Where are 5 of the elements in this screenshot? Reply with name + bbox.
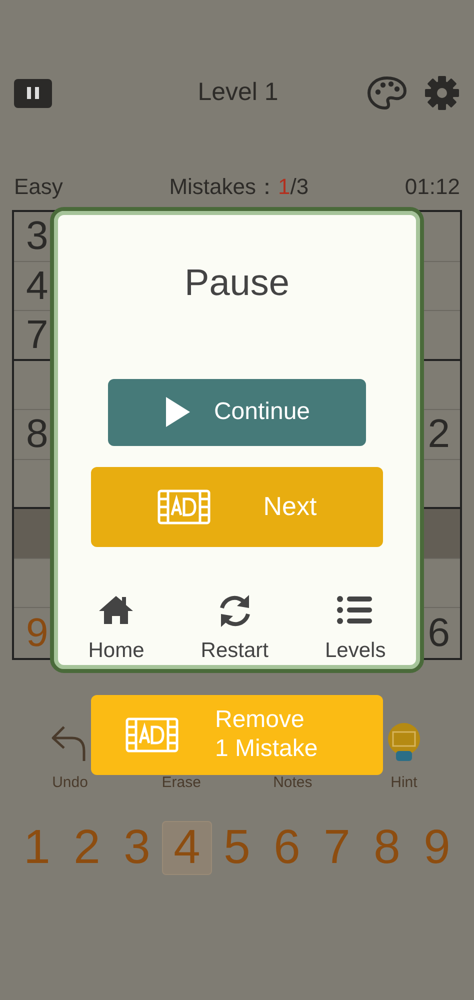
dialog-title: Pause: [184, 261, 290, 305]
level-title: Level 1: [198, 77, 278, 108]
timer: 01:12: [404, 172, 460, 200]
difficulty-label: Easy: [14, 172, 63, 201]
mistakes-counter: Mistakes：1/3: [169, 172, 309, 200]
